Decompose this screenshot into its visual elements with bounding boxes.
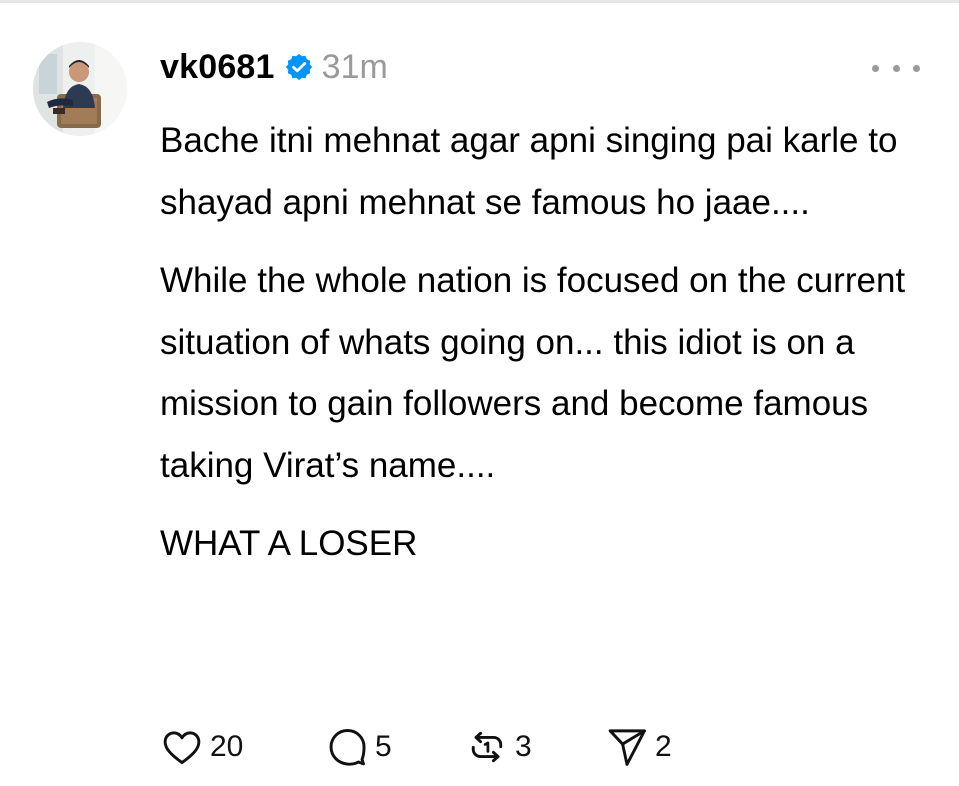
comment-bubble-icon xyxy=(329,729,366,766)
post-actions: 20 5 3 2 xyxy=(160,722,672,772)
comment-button[interactable]: 5 xyxy=(325,725,465,769)
heart-icon xyxy=(163,731,201,765)
share-count: 2 xyxy=(655,730,672,763)
like-count: 20 xyxy=(210,730,244,763)
post-paragraph: WHAT A LOSER xyxy=(160,524,418,563)
repost-count: 3 xyxy=(515,730,532,763)
repost-button[interactable]: 3 xyxy=(465,725,605,769)
verified-badge-icon xyxy=(284,52,314,82)
post-text: Bache itni mehnat agar apni singing pai … xyxy=(160,110,940,592)
comment-count: 5 xyxy=(375,730,392,763)
more-options-icon[interactable] xyxy=(872,56,920,80)
top-divider xyxy=(0,0,959,3)
share-button[interactable]: 2 xyxy=(605,725,672,769)
post-header: vk0681 31m xyxy=(160,42,388,92)
profile-photo xyxy=(33,42,127,136)
username[interactable]: vk0681 xyxy=(160,48,275,87)
send-icon xyxy=(608,729,646,766)
post-paragraph: While the whole nation is focused on the… xyxy=(160,261,906,485)
post-paragraph: Bache itni mehnat agar apni singing pai … xyxy=(160,121,898,222)
like-button[interactable]: 20 xyxy=(160,725,325,769)
post-timestamp: 31m xyxy=(321,47,388,86)
more-dot xyxy=(892,64,900,72)
more-dot xyxy=(872,64,879,72)
more-dot xyxy=(913,64,920,72)
repost-icon xyxy=(471,731,503,763)
avatar[interactable] xyxy=(33,42,127,136)
